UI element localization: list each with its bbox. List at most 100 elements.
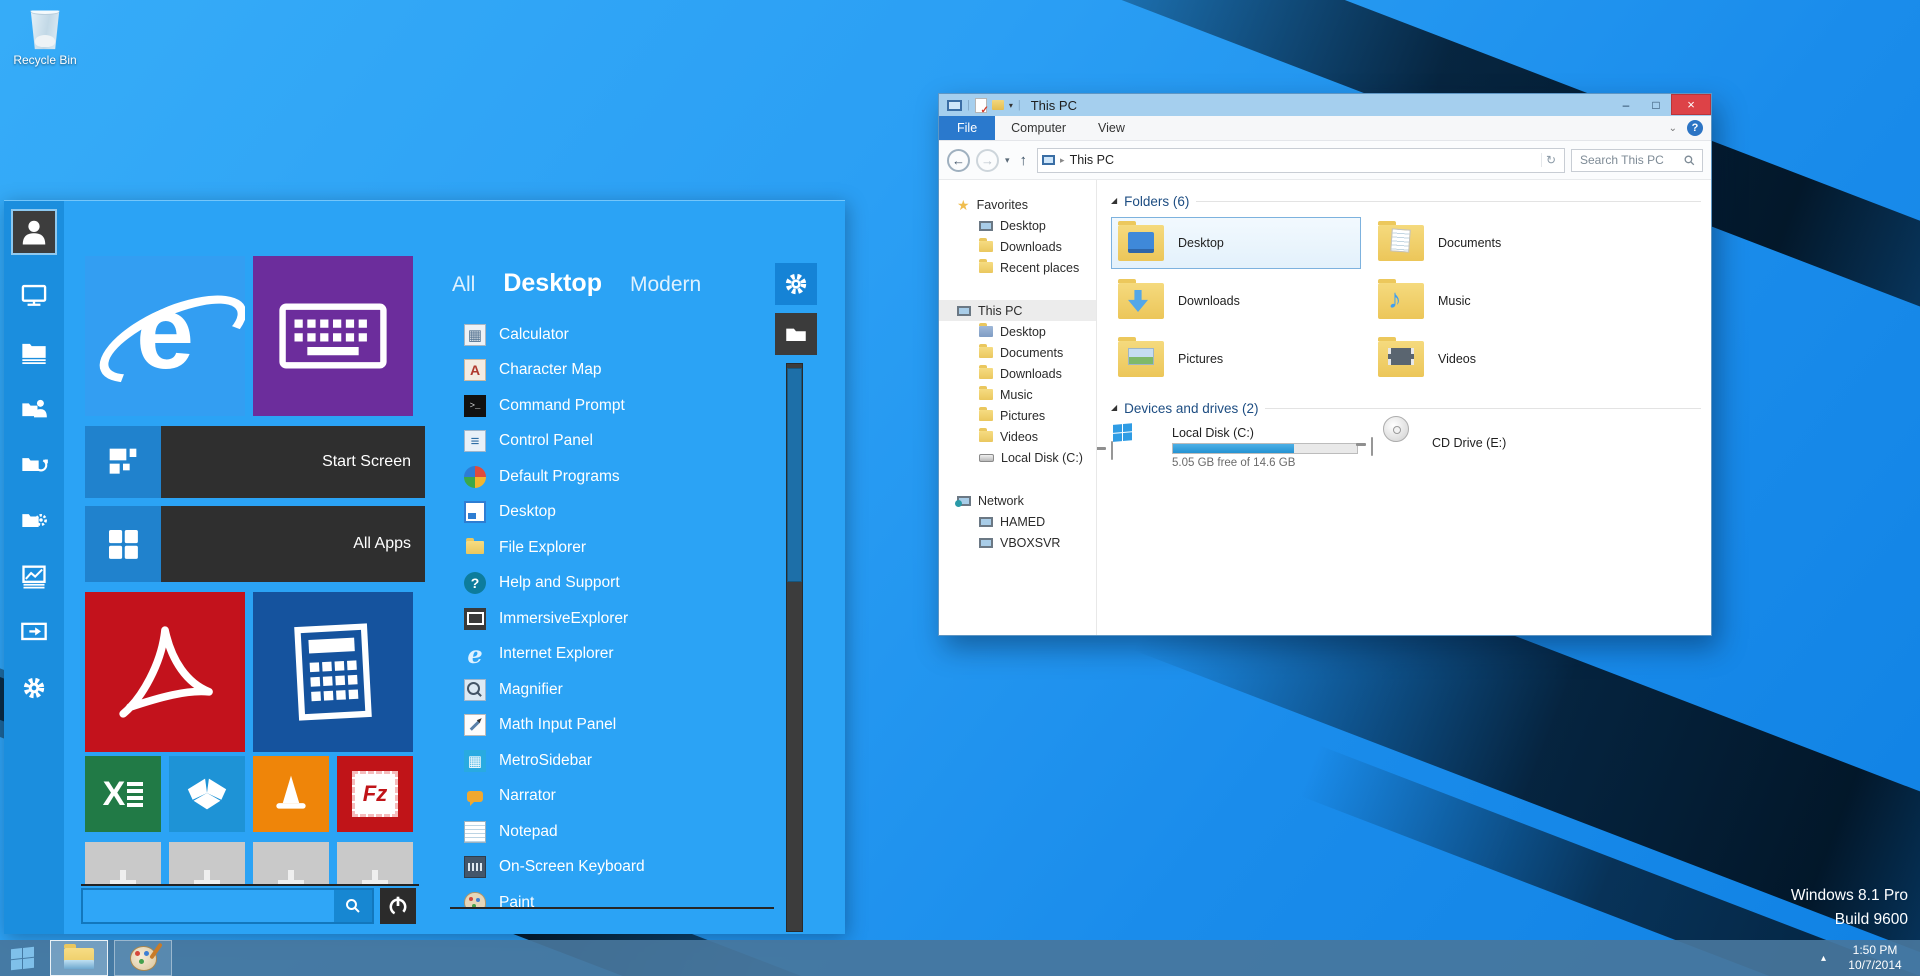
menu-folder-button[interactable] (775, 313, 817, 355)
app-item-default-programs[interactable]: Default Programs (450, 459, 774, 495)
refresh-icon[interactable]: ↻ (1541, 153, 1560, 167)
up-button[interactable]: ↑ (1020, 152, 1028, 169)
new-folder-icon[interactable] (992, 100, 1004, 110)
breadcrumb-arrow-icon[interactable]: ▸ (1060, 155, 1065, 166)
close-button[interactable]: × (1671, 94, 1711, 115)
show-hidden-icons[interactable]: ▴ (1821, 953, 1826, 964)
app-item-magnifier[interactable]: Magnifier (450, 672, 774, 708)
nav-pc-documents[interactable]: Documents (939, 342, 1096, 363)
drive-tile-cd[interactable]: CD Drive (E:) (1371, 424, 1631, 469)
nav-fav-desktop[interactable]: Desktop (939, 215, 1096, 236)
app-item-desktop[interactable]: Desktop (450, 495, 774, 531)
pictures-button[interactable] (19, 561, 49, 591)
back-button[interactable]: ← (947, 149, 970, 172)
folder-tile-videos[interactable]: Videos (1371, 333, 1621, 385)
tile-placeholder[interactable] (253, 842, 329, 884)
app-list-scrollbar[interactable] (786, 363, 803, 932)
taskbar-paint[interactable] (114, 940, 172, 976)
nav-pc-desktop[interactable]: Desktop (939, 321, 1096, 342)
app-item-math-input[interactable]: Math Input Panel (450, 708, 774, 744)
minimize-button[interactable]: – (1611, 94, 1641, 115)
app-item-help-support[interactable]: ?Help and Support (450, 566, 774, 602)
collapse-group-icon[interactable]: ◢ (1111, 403, 1117, 412)
app-item-command-prompt[interactable]: >_Command Prompt (450, 388, 774, 424)
taskbar-file-explorer[interactable] (50, 940, 108, 976)
nav-pc-videos[interactable]: Videos (939, 426, 1096, 447)
tile-adobe-reader[interactable] (85, 592, 245, 752)
user-files-button[interactable] (19, 393, 49, 423)
app-item-onscreen-keyboard[interactable]: On-Screen Keyboard (450, 850, 774, 886)
tab-computer[interactable]: Computer (995, 116, 1082, 140)
tile-filezilla[interactable]: Fz (337, 756, 413, 832)
tile-keyboard-app[interactable] (253, 256, 413, 416)
tile-calculator-app[interactable] (253, 592, 413, 752)
nav-network[interactable]: Network (939, 490, 1096, 511)
tile-vlc[interactable] (253, 756, 329, 832)
menu-settings-button[interactable] (775, 263, 817, 305)
properties-icon[interactable] (975, 98, 987, 113)
breadcrumb[interactable]: This PC (1070, 153, 1114, 167)
help-button[interactable]: ? (1687, 120, 1703, 136)
nav-this-pc[interactable]: This PC (939, 300, 1096, 321)
tile-internet-explorer[interactable]: e (85, 256, 245, 416)
address-bar[interactable]: ▸ This PC ↻ (1037, 148, 1565, 173)
qat-dropdown-icon[interactable]: ▾ (1009, 101, 1013, 110)
settings-gear-button[interactable] (19, 673, 49, 703)
folder-tile-pictures[interactable]: Pictures (1111, 333, 1361, 385)
user-avatar[interactable] (11, 209, 57, 255)
search-input[interactable] (1578, 152, 1683, 168)
app-item-immersive-explorer[interactable]: ImmersiveExplorer (450, 601, 774, 637)
search-box[interactable] (1571, 149, 1703, 172)
nav-fav-recent[interactable]: Recent places (939, 257, 1096, 278)
collapse-group-icon[interactable]: ◢ (1111, 196, 1117, 205)
tile-start-screen[interactable]: Start Screen (85, 426, 425, 498)
folder-tile-documents[interactable]: Documents (1371, 217, 1621, 269)
folders-group-header[interactable]: ◢ Folders (6) (1111, 194, 1701, 209)
app-item-file-explorer[interactable]: File Explorer (450, 530, 774, 566)
recycle-bin-desktop-icon[interactable]: Recycle Bin (6, 8, 84, 67)
app-item-paint[interactable]: Paint (450, 885, 774, 909)
filter-modern[interactable]: Modern (630, 273, 701, 297)
app-item-character-map[interactable]: ACharacter Map (450, 353, 774, 389)
documents-button[interactable] (19, 337, 49, 367)
nav-pc-pictures[interactable]: Pictures (939, 405, 1096, 426)
nav-fav-downloads[interactable]: Downloads (939, 236, 1096, 257)
app-item-internet-explorer[interactable]: eInternet Explorer (450, 637, 774, 673)
start-search-box[interactable] (81, 888, 374, 924)
computer-button[interactable] (19, 281, 49, 311)
start-button[interactable] (0, 940, 44, 976)
app-item-metrosidebar[interactable]: ▦MetroSidebar (450, 743, 774, 779)
app-item-notepad[interactable]: Notepad (450, 814, 774, 850)
start-search-button[interactable] (334, 890, 372, 922)
run-button[interactable] (19, 617, 49, 647)
folder-tile-music[interactable]: ♪Music (1371, 275, 1621, 327)
nav-net-vboxsvr[interactable]: VBOXSVR (939, 532, 1096, 553)
scrollbar-thumb[interactable] (787, 368, 802, 582)
folder-tile-downloads[interactable]: Downloads (1111, 275, 1361, 327)
app-item-calculator[interactable]: ▦Calculator (450, 317, 774, 353)
settings-folder-button[interactable] (19, 505, 49, 535)
nav-pc-local-disk[interactable]: Local Disk (C:) (939, 447, 1096, 468)
tab-file[interactable]: File (939, 116, 995, 140)
history-dropdown-icon[interactable]: ▾ (1005, 155, 1010, 166)
maximize-button[interactable]: □ (1641, 94, 1671, 115)
nav-pc-music[interactable]: Music (939, 384, 1096, 405)
taskbar-clock[interactable]: 1:50 PM 10/7/2014 (1840, 943, 1910, 973)
nav-pc-downloads[interactable]: Downloads (939, 363, 1096, 384)
nav-favorites[interactable]: ★Favorites (939, 194, 1096, 215)
nav-net-hamed[interactable]: HAMED (939, 511, 1096, 532)
folder-tile-desktop[interactable]: Desktop (1111, 217, 1361, 269)
recent-items-button[interactable] (19, 449, 49, 479)
filter-all[interactable]: All (452, 273, 475, 297)
app-item-narrator[interactable]: Narrator (450, 779, 774, 815)
tile-placeholder[interactable] (169, 842, 245, 884)
tile-placeholder[interactable] (85, 842, 161, 884)
start-search-input[interactable] (83, 890, 334, 922)
tile-dropbox[interactable] (169, 756, 245, 832)
tile-all-apps[interactable]: All Apps (85, 506, 425, 582)
tab-view[interactable]: View (1082, 116, 1141, 140)
drive-tile-local-disk[interactable]: Local Disk (C:) 5.05 GB free of 14.6 GB (1111, 424, 1371, 469)
devices-group-header[interactable]: ◢ Devices and drives (2) (1111, 401, 1701, 416)
app-item-control-panel[interactable]: ≡Control Panel (450, 424, 774, 460)
title-bar[interactable]: | ▾ | This PC – □ × (939, 94, 1711, 116)
